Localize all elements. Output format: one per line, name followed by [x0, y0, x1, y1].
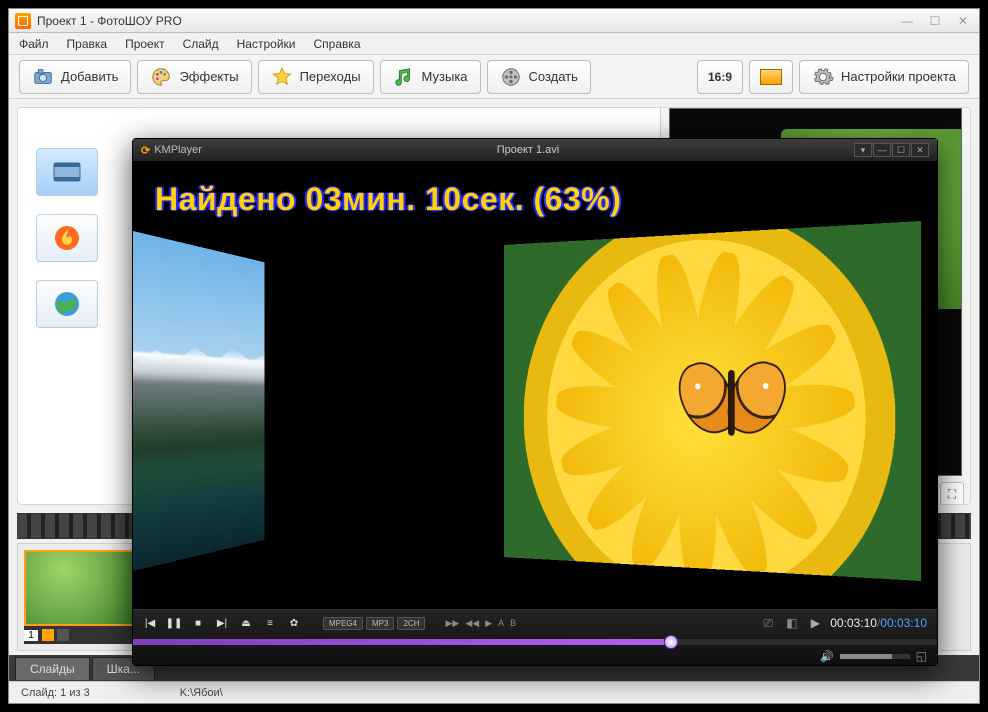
kmp-codec-badges: MPEG4 MP3 2CH: [323, 617, 425, 630]
menu-settings[interactable]: Настройки: [237, 37, 296, 51]
music-icon: [393, 66, 415, 88]
picture-icon: [760, 69, 782, 85]
slide-extra-icon[interactable]: [57, 629, 69, 641]
category-buttons: [36, 148, 98, 328]
kmp-small-controls: ▶▶ ◀◀ ▶ A B: [445, 618, 516, 629]
camera-icon: [32, 66, 54, 88]
slide-thumbnail: [24, 550, 136, 626]
kmp-stop-button[interactable]: ■: [191, 617, 205, 631]
menu-edit[interactable]: Правка: [67, 37, 108, 51]
slide-number: 1: [24, 630, 38, 641]
video-right-panel: [504, 221, 921, 581]
add-button[interactable]: Добавить: [19, 60, 131, 94]
kmp-controls: |◀ ❚❚ ■ ▶| ⏏ ≡ ✿ MPEG4 MP3 2CH ▶▶ ◀◀ ▶ A…: [133, 609, 937, 665]
toolbar: Добавить Эффекты Переходы Музыка Создать…: [9, 55, 979, 99]
status-bar: Слайд: 1 из 3 K:\Ябои\: [9, 681, 979, 703]
kmp-time-total: 00:03:10: [880, 616, 927, 630]
slide-label: 1: [24, 626, 136, 644]
kmp-next-button[interactable]: ▶|: [215, 617, 229, 631]
music-label: Музыка: [422, 69, 468, 84]
speaker-icon[interactable]: 🔊: [820, 650, 834, 663]
window-title: Проект 1 - ФотоШОУ PRO: [37, 14, 182, 28]
add-label: Добавить: [61, 69, 118, 84]
kmp-capture-icon[interactable]: ⎚: [763, 616, 773, 630]
menu-bar: Файл Правка Проект Слайд Настройки Справ…: [9, 33, 979, 55]
kmp-titlebar[interactable]: ⟳ KMPlayer Проект 1.avi ▾ — ☐ ✕: [133, 139, 937, 161]
create-label: Создать: [529, 69, 578, 84]
menu-file[interactable]: Файл: [19, 37, 49, 51]
picture-button[interactable]: [749, 60, 793, 94]
gear-icon: [812, 66, 834, 88]
kmp-overlay-text: Найдено 03мин. 10сек. (63%): [155, 181, 621, 218]
kmp-appname: KMPlayer: [154, 144, 202, 156]
kmp-volume: 🔊 ◱: [820, 649, 927, 663]
menu-slide[interactable]: Слайд: [183, 37, 219, 51]
kmp-window-controls: ▾ — ☐ ✕: [854, 143, 929, 157]
close-button[interactable]: ✕: [953, 14, 973, 28]
kmp-seek-progress: [133, 639, 664, 645]
reel-icon: [500, 66, 522, 88]
menu-help[interactable]: Справка: [313, 37, 360, 51]
kmp-mini-icon[interactable]: ◧: [786, 616, 797, 630]
window-controls: — ☐ ✕: [897, 14, 973, 28]
effects-label: Эффекты: [179, 69, 238, 84]
app-icon: [15, 13, 31, 29]
status-path: K:\Ябои\: [180, 687, 223, 699]
kmp-eject-button[interactable]: ⏏: [239, 617, 253, 631]
kmp-volume-bar[interactable]: [840, 654, 910, 659]
kmp-video-area[interactable]: Найдено 03мин. 10сек. (63%): [133, 161, 937, 609]
kmp-time: ⎚ ◧ ▶ 00:03:10/00:03:10: [763, 616, 927, 631]
slide-thumb-1[interactable]: 1: [24, 550, 136, 644]
maximize-button[interactable]: ☐: [925, 14, 945, 28]
transitions-button[interactable]: Переходы: [258, 60, 374, 94]
create-button[interactable]: Создать: [487, 60, 591, 94]
play-indicator-icon: ▶: [811, 616, 820, 630]
aspect-button[interactable]: 16:9: [697, 60, 743, 94]
kmp-close-button[interactable]: ✕: [911, 143, 929, 157]
tab-slides[interactable]: Слайды: [15, 657, 90, 680]
kmp-seek-knob[interactable]: [664, 635, 678, 649]
kmp-logo: ⟳: [141, 144, 150, 157]
kmp-filename: Проект 1.avi: [202, 144, 854, 156]
kmp-seek-bar[interactable]: [133, 639, 937, 645]
menu-project[interactable]: Проект: [125, 37, 165, 51]
pencil-icon[interactable]: [42, 629, 54, 641]
project-settings-label: Настройки проекта: [841, 69, 956, 84]
kmp-prev-button[interactable]: |◀: [143, 617, 157, 631]
titlebar[interactable]: Проект 1 - ФотоШОУ PRO — ☐ ✕: [9, 9, 979, 33]
music-button[interactable]: Музыка: [380, 60, 481, 94]
category-globe[interactable]: [36, 280, 98, 328]
kmp-maximize-button[interactable]: ☐: [892, 143, 910, 157]
kmp-playlist-button[interactable]: ≡: [263, 617, 277, 631]
kmp-options-button[interactable]: ✿: [287, 617, 301, 631]
minimize-button[interactable]: —: [897, 14, 917, 28]
transitions-label: Переходы: [300, 69, 361, 84]
star-icon: [271, 66, 293, 88]
effects-button[interactable]: Эффекты: [137, 60, 251, 94]
status-slide: Слайд: 1 из 3: [21, 687, 90, 699]
kmp-minimize-button[interactable]: —: [873, 143, 891, 157]
category-video[interactable]: [36, 148, 98, 196]
preview-fullscreen-button[interactable]: ⛶: [940, 482, 964, 505]
kmp-expand-icon[interactable]: ◱: [916, 649, 927, 663]
video-left-panel: [133, 231, 264, 571]
kmp-tray-button[interactable]: ▾: [854, 143, 872, 157]
kmp-time-current: 00:03:10: [830, 616, 877, 630]
kmp-pause-button[interactable]: ❚❚: [167, 617, 181, 631]
butterfly-graphic: [681, 360, 783, 446]
kmplayer-window[interactable]: ⟳ KMPlayer Проект 1.avi ▾ — ☐ ✕ Найдено …: [132, 138, 938, 666]
project-settings-button[interactable]: Настройки проекта: [799, 60, 969, 94]
palette-icon: [150, 66, 172, 88]
category-fire[interactable]: [36, 214, 98, 262]
